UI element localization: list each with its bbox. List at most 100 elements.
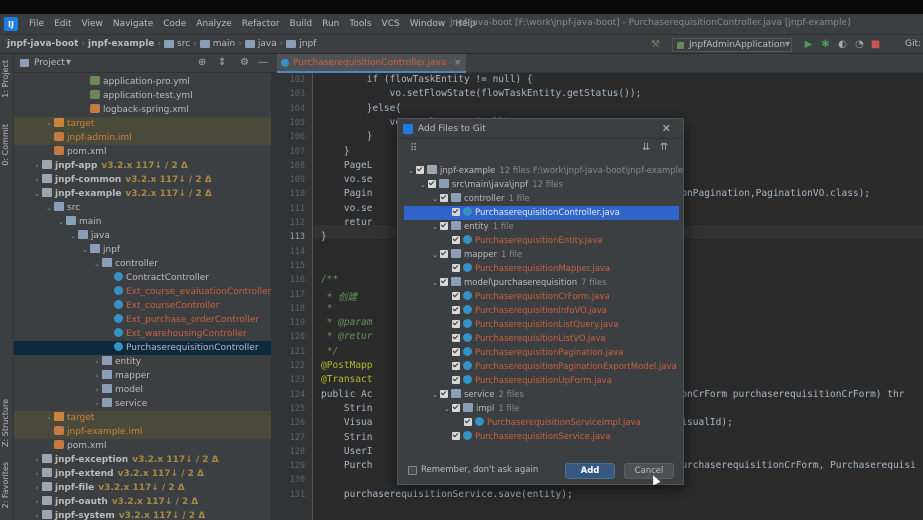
menu-item-window[interactable]: Window [405, 19, 451, 29]
menu-item-code[interactable]: Code [158, 19, 191, 29]
folder-row[interactable]: ⌄ impl 1 file [404, 402, 679, 416]
run-configuration-selector[interactable]: JnpfAdminApplication [672, 38, 792, 52]
menu-item-view[interactable]: View [77, 19, 108, 29]
menu-item-file[interactable]: File [24, 19, 49, 29]
include-checkbox[interactable] [416, 166, 424, 174]
hide-panel-icon[interactable]: — [258, 57, 268, 68]
folder-row[interactable]: ⌄ jnpf-example 12 files F:\work\jnpf-java-… [404, 164, 683, 178]
file-row[interactable]: PurchaserequisitionEntity.java [404, 234, 679, 248]
menu-item-vcs[interactable]: VCS [377, 19, 405, 29]
tree-item[interactable]: › target [14, 411, 271, 425]
tree-item[interactable]: › jnpf-exception v3.2.x 117↓ / 2 Δ [14, 453, 271, 467]
coverage-icon[interactable]: ◐ [837, 39, 848, 50]
file-row[interactable]: PurchaserequisitionMapper.java [404, 262, 679, 276]
include-checkbox[interactable] [452, 404, 460, 412]
run-icon[interactable]: ▶ [803, 39, 814, 50]
project-panel-title[interactable]: Project [34, 58, 65, 68]
file-row[interactable]: PurchaserequisitionListQuery.java [404, 318, 679, 332]
chevron-right-icon[interactable]: › [92, 355, 102, 369]
menu-item-tools[interactable]: Tools [344, 19, 376, 29]
tree-item[interactable]: ⌄ controller [14, 257, 271, 271]
build-hammer-icon[interactable]: ⚒ [650, 39, 661, 50]
include-checkbox[interactable] [452, 264, 460, 272]
include-checkbox[interactable] [464, 418, 472, 426]
tree-item[interactable]: ⌄ main [14, 215, 271, 229]
include-checkbox[interactable] [452, 306, 460, 314]
tree-item[interactable]: logback-spring.xml [14, 103, 271, 117]
breadcrumb-item[interactable]: main [197, 39, 239, 49]
tree-item[interactable]: ⌄ java [14, 229, 271, 243]
chevron-down-icon[interactable]: ⌄ [418, 178, 428, 192]
project-tool-tab[interactable]: 1: Project [1, 60, 10, 98]
include-checkbox[interactable] [428, 180, 436, 188]
tree-item[interactable]: pom.xml [14, 145, 271, 159]
tree-item-selected[interactable]: PurchaserequisitionController [14, 341, 271, 355]
chevron-down-icon[interactable]: ⌄ [430, 276, 440, 290]
chevron-down-icon[interactable]: ⌄ [430, 192, 440, 206]
include-checkbox[interactable] [452, 320, 460, 328]
tree-item[interactable]: jnpf-example.iml [14, 425, 271, 439]
menu-item-refactor[interactable]: Refactor [237, 19, 285, 29]
include-checkbox[interactable] [440, 278, 448, 286]
tree-item[interactable]: application-pro.yml [14, 75, 271, 89]
collapse-all-icon[interactable]: ⇈ [660, 142, 668, 153]
profile-icon[interactable]: ◔ [854, 39, 865, 50]
file-row[interactable]: PurchaserequisitionController.java [404, 206, 679, 220]
tree-item[interactable]: › jnpf-common v3.2.x 117↓ / 2 Δ [14, 173, 271, 187]
menu-item-navigate[interactable]: Navigate [108, 19, 158, 29]
breadcrumb-item[interactable]: jnpf-example [85, 39, 157, 49]
folder-row[interactable]: ⌄ service 2 files [404, 388, 679, 402]
chevron-right-icon[interactable]: › [92, 397, 102, 411]
close-icon[interactable]: ✕ [662, 119, 671, 139]
chevron-right-icon[interactable]: › [32, 453, 42, 467]
tree-item[interactable]: › model [14, 383, 271, 397]
chevron-right-icon[interactable]: › [44, 117, 54, 131]
chevron-down-icon[interactable]: ⌄ [80, 243, 90, 257]
file-row[interactable]: PurchaserequisitionPaginationExportModel… [404, 360, 679, 374]
dropdown-chevron-icon[interactable]: ▾ [66, 57, 71, 68]
chevron-right-icon[interactable]: › [32, 467, 42, 481]
chevron-down-icon[interactable]: ⌄ [430, 248, 440, 262]
remember-checkbox[interactable] [408, 466, 417, 475]
tree-item[interactable]: › jnpf-file v3.2.x 117↓ / 2 Δ [14, 481, 271, 495]
menu-item-analyze[interactable]: Analyze [191, 19, 236, 29]
include-checkbox[interactable] [440, 222, 448, 230]
file-row[interactable]: PurchaserequisitionService.java [404, 430, 679, 444]
include-checkbox[interactable] [452, 208, 460, 216]
menu-item-edit[interactable]: Edit [49, 19, 76, 29]
tree-item[interactable]: Ext_courseController [14, 299, 271, 313]
include-checkbox[interactable] [452, 376, 460, 384]
file-row[interactable]: PurchaserequisitionPagination.java [404, 346, 679, 360]
tree-item[interactable]: pom.xml [14, 439, 271, 453]
include-checkbox[interactable] [452, 432, 460, 440]
folder-row[interactable]: ⌄ src\main\java\jnpf 12 files [404, 178, 679, 192]
chevron-down-icon[interactable]: ⌄ [442, 402, 452, 416]
file-row[interactable]: PurchaserequisitionInfoVO.java [404, 304, 679, 318]
chevron-down-icon[interactable]: ⌄ [32, 187, 42, 201]
tree-item[interactable]: › jnpf-system v3.2.x 117↓ / 2 Δ [14, 509, 271, 520]
structure-tool-tab[interactable]: Z: Structure [1, 399, 10, 447]
chevron-down-icon[interactable]: ⌄ [92, 257, 102, 271]
chevron-right-icon[interactable]: › [44, 411, 54, 425]
tree-item[interactable]: ⌄ jnpf-example v3.2.x 117↓ / 2 Δ [14, 187, 271, 201]
breadcrumb-item[interactable]: java [242, 39, 280, 49]
folder-row[interactable]: ⌄ entity 1 file [404, 220, 679, 234]
tab-purchaserequisition-controller[interactable]: PurchaserequisitionController.java × [277, 54, 467, 73]
chevron-right-icon[interactable]: › [32, 159, 42, 173]
file-row[interactable]: PurchaserequisitionUpForm.java [404, 374, 679, 388]
commit-tool-tab[interactable]: 0: Commit [1, 124, 10, 166]
remember-label[interactable]: Remember, don't ask again [421, 465, 538, 475]
menu-item-run[interactable]: Run [317, 19, 344, 29]
gear-icon[interactable]: ⚙ [240, 57, 249, 68]
tree-item[interactable]: › jnpf-extend v3.2.x 117↓ / 2 Δ [14, 467, 271, 481]
file-row[interactable]: PurchaserequisitionServiceImpl.java [404, 416, 679, 430]
tree-item[interactable]: › entity [14, 355, 271, 369]
chevron-right-icon[interactable]: › [32, 173, 42, 187]
menu-item-build[interactable]: Build [285, 19, 318, 29]
chevron-right-icon[interactable]: › [92, 369, 102, 383]
stop-icon[interactable]: ■ [870, 39, 881, 50]
tree-item[interactable]: Ext_course_evaluationController [14, 285, 271, 299]
tree-item[interactable]: › mapper [14, 369, 271, 383]
include-checkbox[interactable] [440, 250, 448, 258]
chevron-down-icon[interactable]: ▾ [782, 39, 793, 50]
